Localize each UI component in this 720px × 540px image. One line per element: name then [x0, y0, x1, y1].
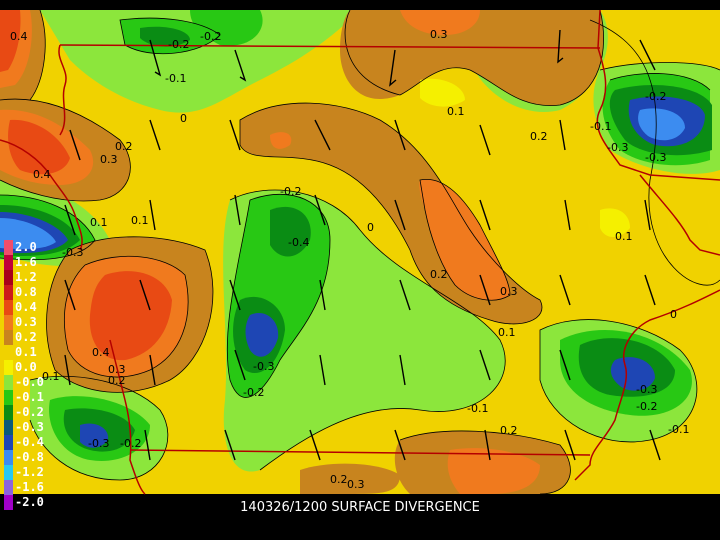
contour-label: -0.4	[288, 236, 309, 249]
legend-entry: -0.0	[0, 375, 60, 390]
legend-label: 2.0	[15, 240, 37, 254]
legend-label: 1.6	[15, 255, 37, 269]
legend-swatch	[4, 360, 13, 375]
contour-label: 0.2	[108, 374, 126, 387]
legend-entry: 0.3	[0, 315, 60, 330]
contour-label: 0	[367, 221, 374, 234]
contour-label: -0.2	[120, 437, 141, 450]
contour-label: 0.1	[90, 216, 108, 229]
legend-label: 0.1	[15, 345, 37, 359]
contour-label: -0.1	[668, 423, 689, 436]
contour-label: -0.2	[243, 386, 264, 399]
legend-entry: 0.8	[0, 285, 60, 300]
divergence-map: 0.4 -0.2 -0.2 0.3 -0.1 0 0.1 0.2 0.2 0.3…	[0, 9, 720, 495]
legend-entry: 0.0	[0, 360, 60, 375]
legend-label: 0.8	[15, 285, 37, 299]
legend-swatch	[4, 300, 13, 315]
contour-label: -0.3	[62, 246, 83, 259]
legend-entry: 1.6	[0, 255, 60, 270]
legend-label: -1.2	[15, 465, 44, 479]
legend-swatch	[4, 270, 13, 285]
contour-label: 0.2	[500, 424, 518, 437]
contour-label: 0.1	[615, 230, 633, 243]
contour-label: -0.3	[253, 360, 274, 373]
contour-label: 0	[670, 308, 677, 321]
legend-label: 0.2	[15, 330, 37, 344]
contour-label: -0.3	[88, 437, 109, 450]
legend-label: -0.0	[15, 375, 44, 389]
contour-label: 0.2	[430, 268, 448, 281]
contour-label: 0.2	[330, 473, 348, 486]
contour-label: -0.2	[636, 400, 657, 413]
legend-entry: -1.6	[0, 480, 60, 495]
legend-entry: 0.2	[0, 330, 60, 345]
legend-swatch	[4, 405, 13, 420]
contour-label: 0.4	[92, 346, 110, 359]
legend-entry: -0.3	[0, 420, 60, 435]
legend-swatch	[4, 375, 13, 390]
contour-label: -0.2	[280, 185, 301, 198]
legend-entry: -0.1	[0, 390, 60, 405]
legend-swatch	[4, 420, 13, 435]
legend-swatch	[4, 255, 13, 270]
legend-entry: -0.8	[0, 450, 60, 465]
contour-label: 0	[180, 112, 187, 125]
legend-swatch	[4, 390, 13, 405]
contour-label: -0.1	[467, 402, 488, 415]
contour-label: 0.1	[498, 326, 516, 339]
legend-entry: 0.4	[0, 300, 60, 315]
map-title: 140326/1200 SURFACE DIVERGENCE	[240, 500, 480, 515]
contour-label: -0.1	[590, 120, 611, 133]
legend-swatch	[4, 450, 13, 465]
legend-label: -0.4	[15, 435, 44, 449]
contour-label: -0.3	[607, 141, 628, 154]
contour-label: 0.1	[131, 214, 149, 227]
contour-label: 0.4	[33, 168, 51, 181]
legend-entry: 2.0	[0, 240, 60, 255]
contour-label: -0.3	[636, 383, 657, 396]
legend-swatch	[4, 435, 13, 450]
contour-label: 0.3	[347, 478, 365, 491]
legend-label: 0.3	[15, 315, 37, 329]
legend-label: 1.2	[15, 270, 37, 284]
legend-label: -0.8	[15, 450, 44, 464]
contour-label: 0.4	[10, 30, 28, 43]
legend-label: -0.3	[15, 420, 44, 434]
legend-label: -1.6	[15, 480, 44, 494]
legend-entry: -0.2	[0, 405, 60, 420]
legend-swatch	[4, 345, 13, 360]
legend-swatch	[4, 480, 13, 495]
contour-label: 0.1	[447, 105, 465, 118]
legend-swatch	[4, 285, 13, 300]
contour-label: -0.2	[200, 30, 221, 43]
legend-label: -0.1	[15, 390, 44, 404]
contour-label: 0.3	[100, 153, 118, 166]
legend-swatch	[4, 240, 13, 255]
legend-swatch	[4, 465, 13, 480]
color-scale-legend: 2.0 1.6 1.2 0.8 0.4 0.3 0.2 0.1 0.0 -0.0 -0.1 -0.2-…	[0, 240, 60, 510]
contour-label: 0.3	[500, 285, 518, 298]
contour-label: -0.1	[165, 72, 186, 85]
contour-label: 0.3	[430, 28, 448, 41]
contour-label: -0.2	[645, 90, 666, 103]
legend-entry: -1.2	[0, 465, 60, 480]
contour-label: 0.2	[115, 140, 133, 153]
contour-label: 0.2	[530, 130, 548, 143]
legend-label: 0.0	[15, 360, 37, 374]
legend-swatch	[4, 330, 13, 345]
legend-entry: 0.1	[0, 345, 60, 360]
contour-label: -0.2	[168, 38, 189, 51]
legend-entry: 1.2	[0, 270, 60, 285]
legend-label: 0.4	[15, 300, 37, 314]
legend-label: -0.2	[15, 405, 44, 419]
legend-entry: -0.4	[0, 435, 60, 450]
legend-swatch	[4, 315, 13, 330]
contour-label: -0.3	[645, 151, 666, 164]
